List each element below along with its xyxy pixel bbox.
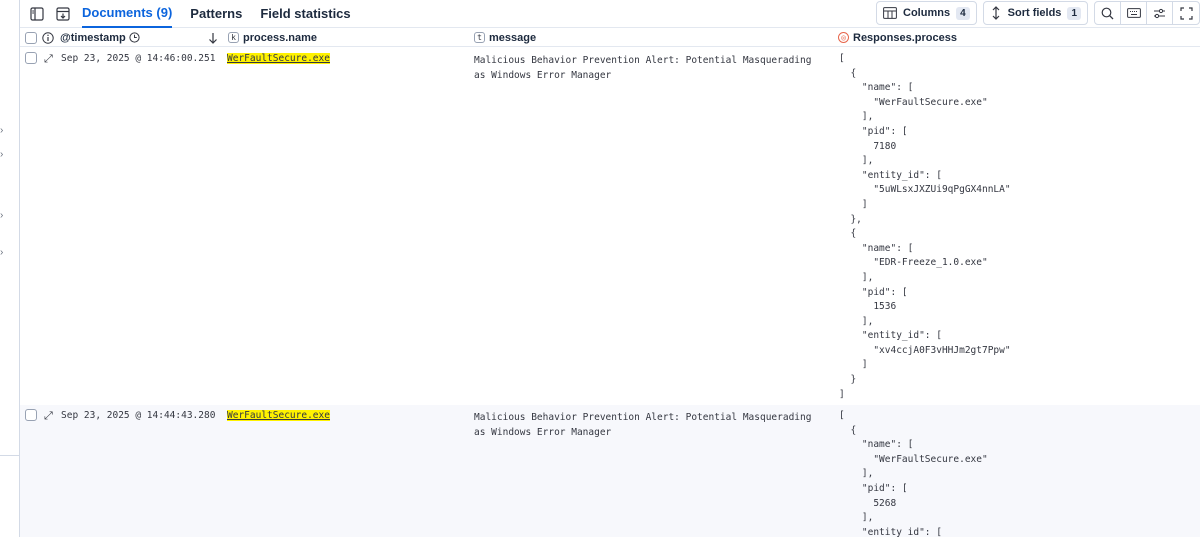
column-header-responses-process[interactable]: ◎ Responses.process [838, 28, 957, 47]
column-header-process-name[interactable]: k process.name [228, 28, 317, 47]
save-icon[interactable] [52, 3, 74, 25]
process-name-cell: WerFaultSecure.exe [227, 410, 330, 421]
controls-icon[interactable] [1147, 2, 1173, 24]
toggle-sidebar-icon[interactable] [26, 3, 48, 25]
column-header-message[interactable]: t message [474, 28, 536, 47]
tab-field-statistics[interactable]: Field statistics [260, 0, 350, 28]
sort-count-badge: 1 [1067, 6, 1081, 20]
grid-controls [1094, 1, 1200, 25]
chevron-right-icon[interactable]: › [0, 248, 8, 258]
sort-fields-button[interactable]: Sort fields 1 [982, 1, 1088, 25]
magnifier-icon[interactable] [1095, 2, 1121, 24]
table-row: ⤢ Sep 23, 2025 @ 14:44:43.280 WerFaultSe… [20, 405, 1200, 537]
fullscreen-icon[interactable] [1173, 2, 1199, 24]
column-header-timestamp[interactable]: @timestamp [60, 28, 140, 47]
select-all-checkbox[interactable] [25, 28, 37, 47]
sort-icon [992, 6, 1000, 20]
timestamp-cell: Sep 23, 2025 @ 14:46:00.251 [61, 53, 216, 64]
tab-documents[interactable]: Documents (9) [82, 0, 173, 28]
column-header-timestamp-label: @timestamp [60, 31, 126, 44]
info-icon[interactable] [42, 28, 54, 47]
chevron-right-icon[interactable]: › [0, 126, 8, 136]
responses-process-cell: [ { "name": [ "WerFaultSecure.exe" ], "p… [839, 410, 988, 537]
columns-button[interactable]: Columns 4 [876, 1, 977, 25]
message-cell: Malicious Behavior Prevention Alert: Pot… [474, 55, 812, 81]
process-name-cell: WerFaultSecure.exe [227, 53, 330, 64]
expand-icon[interactable]: ⤢ [44, 409, 53, 423]
grid-header: @timestamp k process.name t message ◎ Re… [20, 28, 1200, 47]
sort-fields-label: Sort fields [1007, 7, 1062, 19]
gutter-divider [0, 455, 20, 456]
chevron-right-icon[interactable]: › [0, 211, 8, 221]
column-header-process-name-label: process.name [243, 31, 317, 44]
message-cell: Malicious Behavior Prevention Alert: Pot… [474, 412, 812, 438]
keyboard-icon[interactable] [1121, 2, 1147, 24]
table-icon [883, 7, 897, 19]
text-field-icon: t [474, 32, 485, 43]
columns-label: Columns [903, 7, 951, 19]
column-header-message-label: message [489, 31, 537, 44]
column-header-responses-process-label: Responses.process [853, 31, 957, 44]
toolbar: Documents (9) Patterns Field statistics … [20, 0, 1200, 28]
left-gutter: › › › › [0, 0, 20, 537]
columns-count-badge: 4 [956, 6, 970, 20]
table-row: ⤢ Sep 23, 2025 @ 14:46:00.251 WerFaultSe… [20, 48, 1200, 405]
responses-process-cell: [ { "name": [ "WerFaultSecure.exe" ], "p… [839, 53, 1011, 400]
keyword-field-icon: k [228, 32, 239, 43]
tab-patterns[interactable]: Patterns [190, 0, 242, 28]
row-checkbox[interactable] [25, 52, 37, 64]
chevron-right-icon[interactable]: › [0, 150, 8, 160]
sort-descending-icon[interactable] [208, 28, 218, 47]
object-field-icon: ◎ [838, 32, 849, 43]
row-checkbox[interactable] [25, 409, 37, 421]
expand-icon[interactable]: ⤢ [44, 52, 53, 66]
clock-icon [129, 32, 140, 43]
timestamp-cell: Sep 23, 2025 @ 14:44:43.280 [61, 410, 216, 421]
